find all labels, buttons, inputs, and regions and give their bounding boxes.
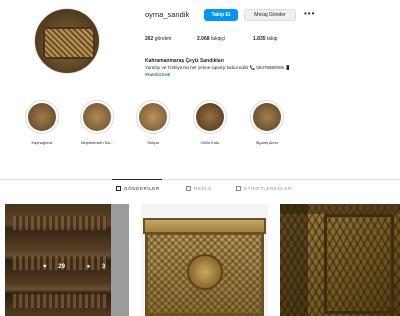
highlight-item[interactable]: Sehpa: [131, 100, 175, 145]
hover-overlay: [5, 204, 129, 316]
highlight-item[interactable]: Gelin Kutu: [188, 100, 232, 145]
grid-icon: [116, 186, 121, 191]
tab-reels-label: REELS: [194, 186, 212, 191]
profile-username: oyma_sandik: [145, 10, 190, 19]
active-tab-indicator: [112, 179, 162, 180]
stat-following-label: takip: [266, 36, 278, 42]
highlight-label: Müşterimizin Sa...: [81, 140, 113, 145]
highlight-label: Gelin Kutu: [200, 140, 220, 145]
stat-following[interactable]: 1.835 takip: [253, 36, 277, 42]
stat-following-count: 1.835: [253, 36, 266, 42]
profile-avatar[interactable]: [34, 8, 100, 74]
follow-button[interactable]: Takip Et: [204, 9, 238, 21]
highlight-label: Kaynağımız: [31, 140, 53, 145]
highlight-item[interactable]: Sipariş Alınır: [245, 100, 289, 145]
stat-followers-count: 2.068: [197, 36, 210, 42]
stat-posts-label: gönderi: [154, 36, 172, 42]
tabs-divider: [0, 179, 400, 180]
post-tile[interactable]: [141, 204, 268, 316]
tab-reels[interactable]: REELS: [186, 186, 212, 191]
highlight-cover: [136, 100, 170, 134]
chest-side-edge: [280, 204, 308, 316]
story-highlights: Kaynağımız Müşterimizin Sa... Sehpa Geli…: [0, 100, 400, 160]
profile-header: oyma_sandik Takip Et Mesaj Gönder ••• 26…: [0, 0, 400, 95]
highlight-item[interactable]: Müşterimizin Sa...: [75, 100, 119, 145]
likes-stat: ♥ 29: [43, 264, 75, 270]
stat-posts-count: 262: [145, 36, 154, 42]
highlight-cover: [80, 100, 114, 134]
bio-hashtag-link[interactable]: #kutuhizmeti: [145, 72, 170, 77]
heart-icon: ♥: [43, 264, 47, 270]
avatar-chest-image: [43, 27, 95, 59]
tab-tagged[interactable]: ETİKETLENENLER: [236, 186, 292, 191]
reels-icon: [186, 186, 191, 191]
tagged-icon: [236, 186, 241, 191]
post-tile[interactable]: [280, 204, 400, 316]
tab-posts[interactable]: GÖNDERİLER: [116, 186, 160, 191]
carved-panel-frame: [324, 214, 394, 314]
bio-name: Kahramanmaraş Çeyiz Sandıkları: [145, 58, 224, 64]
highlight-label: Sehpa: [147, 140, 159, 145]
highlight-cover: [193, 100, 227, 134]
more-options-icon[interactable]: •••: [304, 9, 315, 18]
highlight-item[interactable]: Kaynağımız: [20, 100, 64, 145]
highlight-label: Sipariş Alınır: [255, 140, 279, 145]
comments-stat: ● 3: [87, 264, 116, 270]
comments-count: 3: [101, 264, 106, 270]
stat-posts: 262 gönderi: [145, 36, 171, 42]
tab-tagged-label: ETİKETLENENLER: [244, 186, 292, 191]
stat-followers[interactable]: 2.068 takipçi: [197, 36, 225, 42]
chest-medallion: [187, 254, 223, 290]
likes-count: 29: [58, 264, 65, 270]
comment-icon: ●: [86, 264, 91, 270]
tab-posts-label: GÖNDERİLER: [124, 186, 160, 191]
highlight-cover: [250, 100, 284, 134]
post-tile[interactable]: ♥ 29 ● 3: [5, 204, 129, 316]
highlight-cover: [25, 100, 59, 134]
stat-followers-label: takipçi: [210, 36, 226, 42]
bio-text: Yurtdışı ve Türkiye'nin her yerine sipar…: [145, 65, 291, 70]
post-hover-stats: ♥ 29 ● 3: [43, 264, 125, 270]
message-button[interactable]: Mesaj Gönder: [244, 9, 296, 21]
